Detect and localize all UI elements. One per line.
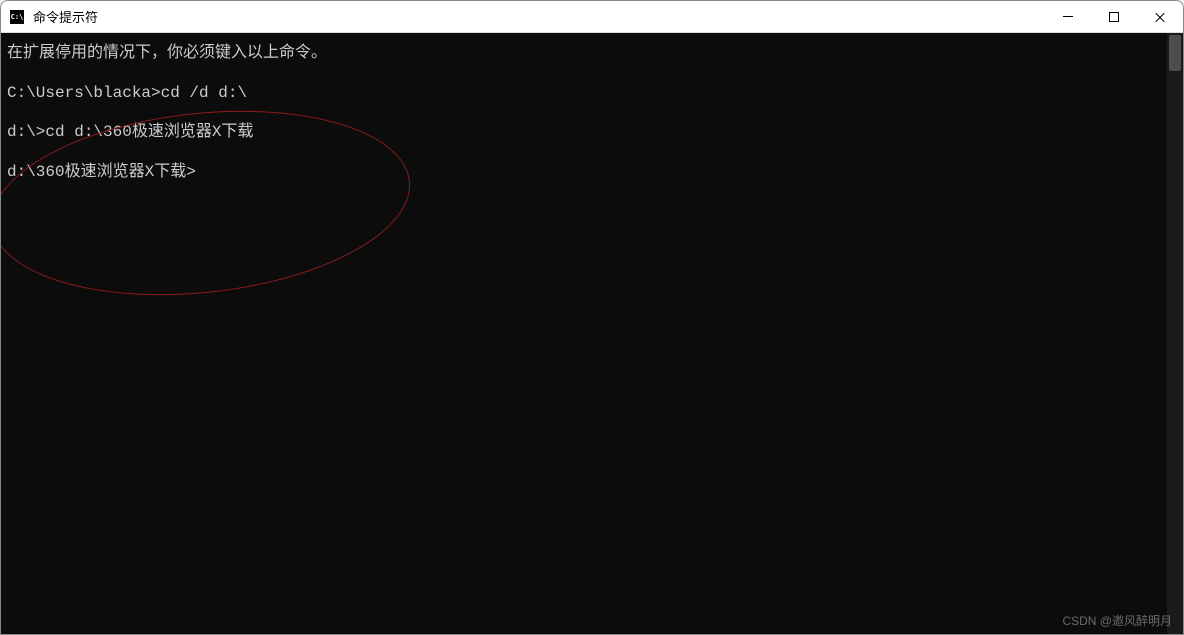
close-button[interactable] xyxy=(1137,1,1183,32)
terminal-line: d:\>cd d:\360极速浏览器X下载 xyxy=(7,120,1161,146)
close-icon xyxy=(1154,11,1166,23)
cmd-window: C:\ 命令提示符 在扩展停用的情况下，你必须键入以上命令。 C:\Users\… xyxy=(0,0,1184,635)
terminal-line: C:\Users\blacka>cd /d d:\ xyxy=(7,81,1161,107)
titlebar[interactable]: C:\ 命令提示符 xyxy=(1,1,1183,33)
terminal-line: d:\360极速浏览器X下载> xyxy=(7,160,1161,186)
watermark: CSDN @邀风醉明月 xyxy=(1062,612,1172,629)
minimize-button[interactable] xyxy=(1045,1,1091,32)
terminal[interactable]: 在扩展停用的情况下，你必须键入以上命令。 C:\Users\blacka>cd … xyxy=(1,33,1167,634)
maximize-icon xyxy=(1109,12,1119,22)
terminal-wrapper: 在扩展停用的情况下，你必须键入以上命令。 C:\Users\blacka>cd … xyxy=(1,33,1183,634)
maximize-button[interactable] xyxy=(1091,1,1137,32)
scroll-thumb[interactable] xyxy=(1169,35,1181,71)
window-controls xyxy=(1045,1,1183,32)
minimize-icon xyxy=(1063,16,1073,17)
cmd-icon: C:\ xyxy=(9,9,25,25)
terminal-line: 在扩展停用的情况下，你必须键入以上命令。 xyxy=(7,41,1161,67)
titlebar-left: C:\ 命令提示符 xyxy=(1,7,98,26)
window-title: 命令提示符 xyxy=(33,7,98,26)
scrollbar[interactable] xyxy=(1167,33,1183,634)
